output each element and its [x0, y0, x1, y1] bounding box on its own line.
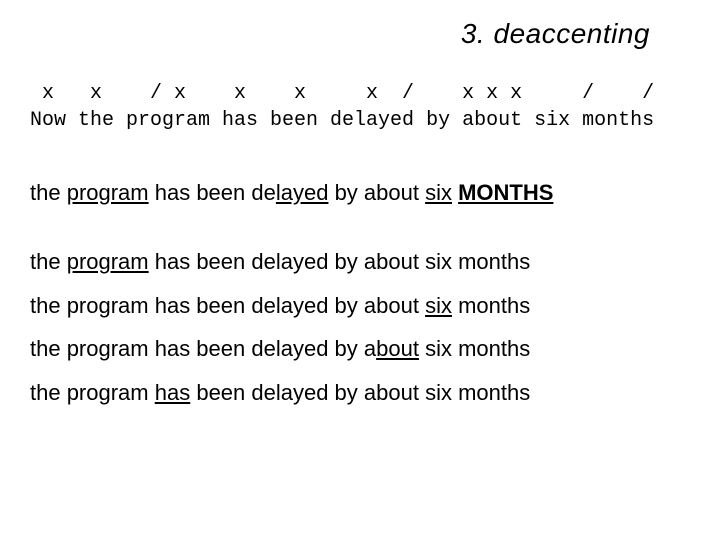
example-line-5: the program has been delayed by about si… — [30, 374, 690, 411]
stress-layed: layed — [276, 180, 329, 205]
example-list: the program has been delayed by about si… — [30, 174, 690, 411]
prosody-text: Now the program has been delayed by abou… — [30, 109, 654, 132]
stress-six-3: six — [425, 293, 452, 318]
slide-title: 3. deaccenting — [30, 18, 690, 50]
example-line-2: the program has been delayed by about si… — [30, 243, 690, 280]
stress-program: program — [67, 180, 149, 205]
prosody-block: x x / x x x x / x x x / / Now the progra… — [30, 80, 690, 134]
example-line-1: the program has been delayed by about si… — [30, 174, 690, 211]
slide: 3. deaccenting x x / x x x x / x x x / /… — [0, 0, 720, 540]
stress-bout-4: bout — [376, 336, 419, 361]
gap — [30, 217, 690, 243]
prosody-marks: x x / x x x x / x x x / / — [30, 82, 654, 105]
stress-program-2: program — [67, 249, 149, 274]
example-line-4: the program has been delayed by about si… — [30, 330, 690, 367]
example-line-3: the program has been delayed by about si… — [30, 287, 690, 324]
stress-has-5: has — [155, 380, 190, 405]
stress-six: six — [425, 180, 452, 205]
nuclear-months: MONTHS — [458, 180, 553, 205]
